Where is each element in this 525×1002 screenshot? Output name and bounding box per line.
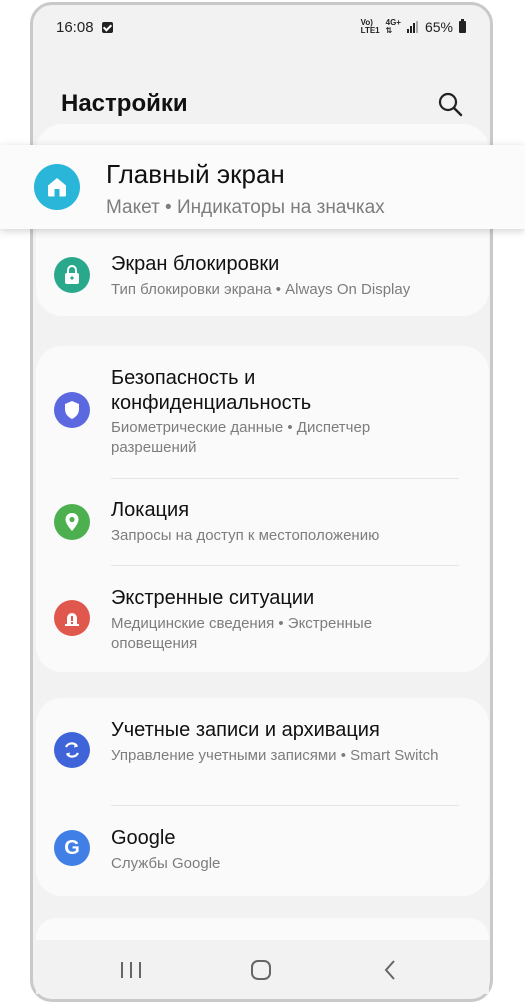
divider <box>111 478 459 479</box>
settings-item-title: Экстренные ситуации <box>111 587 315 609</box>
page-title: Настройки <box>61 90 188 117</box>
lock-icon <box>54 257 90 293</box>
back-icon <box>384 960 395 980</box>
shield-icon <box>54 392 90 428</box>
settings-item-subtitle: Биометрические данные • Диспетчер разреш… <box>111 419 371 456</box>
settings-item-subtitle: Макет • Индикаторы на значках <box>106 197 385 218</box>
settings-item-title: Безопасность и конфиденциальность <box>111 367 312 414</box>
status-time: 16:08 <box>56 18 94 36</box>
settings-item-title: Учетные записи и архивация <box>111 719 380 741</box>
home-icon <box>34 164 80 210</box>
settings-item-subtitle: Управление учетными записями • Smart Swi… <box>111 747 439 764</box>
settings-item-title: Локация <box>111 499 190 521</box>
status-bar: 16:08 Vo) LTE1 4G+ ⇅ 65% <box>56 14 466 40</box>
back-button[interactable] <box>378 958 404 982</box>
checkbox-notification-icon <box>101 21 113 33</box>
settings-item-title: Главный экран <box>106 159 285 189</box>
signal-icon <box>406 21 418 33</box>
network-type-icon: 4G+ ⇅ <box>385 18 401 35</box>
settings-item-home-screen[interactable]: Главный экран Макет • Индикаторы на знач… <box>0 145 525 229</box>
divider <box>111 565 459 566</box>
settings-item-location[interactable]: Локация Запросы на доступ к местоположен… <box>36 496 489 554</box>
recent-apps-icon <box>121 962 141 978</box>
home-nav-icon <box>251 960 271 980</box>
google-icon: G <box>54 830 90 866</box>
settings-item-subtitle: Медицинские сведения • Экстренные оповещ… <box>111 615 373 652</box>
settings-item-lock-screen[interactable]: Экран блокировки Тип блокировки экрана •… <box>36 248 489 310</box>
settings-item-security[interactable]: Безопасность и конфиденциальность Биомет… <box>36 366 489 466</box>
settings-item-subtitle: Запросы на доступ к местоположению <box>111 527 380 544</box>
settings-item-title: Экран блокировки <box>111 253 280 275</box>
volte-icon: Vo) LTE1 <box>360 18 380 35</box>
sync-icon <box>54 732 90 768</box>
settings-item-subtitle: Тип блокировки экрана • Always On Displa… <box>111 281 411 298</box>
divider <box>111 805 459 806</box>
navigation-bar <box>36 940 489 994</box>
settings-item-emergency[interactable]: Экстренные ситуации Медицинские сведения… <box>36 584 489 664</box>
search-icon <box>438 92 463 117</box>
settings-item-accounts[interactable]: Учетные записи и архивация Управление уч… <box>36 716 489 796</box>
settings-item-google[interactable]: G Google Службы Google <box>36 824 489 882</box>
battery-icon <box>459 19 466 33</box>
battery-percent: 65% <box>424 19 453 35</box>
settings-item-title: Google <box>111 827 176 849</box>
location-pin-icon <box>54 504 90 540</box>
recent-apps-button[interactable] <box>118 958 144 982</box>
search-button[interactable] <box>436 90 464 118</box>
alert-icon <box>54 600 90 636</box>
home-button[interactable] <box>248 958 274 982</box>
settings-item-subtitle: Службы Google <box>111 855 221 872</box>
